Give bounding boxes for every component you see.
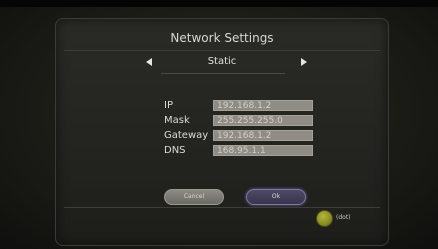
right-arrow-icon[interactable]: [301, 58, 307, 66]
gateway-label: Gateway: [164, 130, 209, 141]
ip-label: IP: [164, 100, 173, 111]
mode-underline: [161, 73, 285, 74]
dns-label: DNS: [164, 145, 186, 156]
cancel-button[interactable]: Cancel: [164, 189, 224, 205]
top-black-bar: [0, 0, 438, 7]
mask-label: Mask: [164, 115, 190, 126]
ok-button[interactable]: Ok: [246, 189, 306, 205]
dns-field[interactable]: 168.95.1.1: [213, 145, 313, 156]
dialog-title: Network Settings: [170, 31, 274, 45]
dot-hint-label: (dot): [336, 214, 351, 221]
mode-value: Static: [207, 56, 237, 67]
mode-selector[interactable]: Static: [56, 56, 388, 74]
yellow-key-icon: [316, 210, 333, 227]
network-settings-dialog: Network Settings Static IP 192.168.1.2 M…: [55, 18, 389, 246]
gateway-field[interactable]: 192.168.1.2: [213, 130, 313, 141]
ip-field[interactable]: 192.168.1.2: [213, 100, 313, 111]
title-divider: [64, 50, 380, 51]
mask-field[interactable]: 255.255.255.0: [213, 115, 313, 126]
bottom-divider: [64, 207, 380, 208]
